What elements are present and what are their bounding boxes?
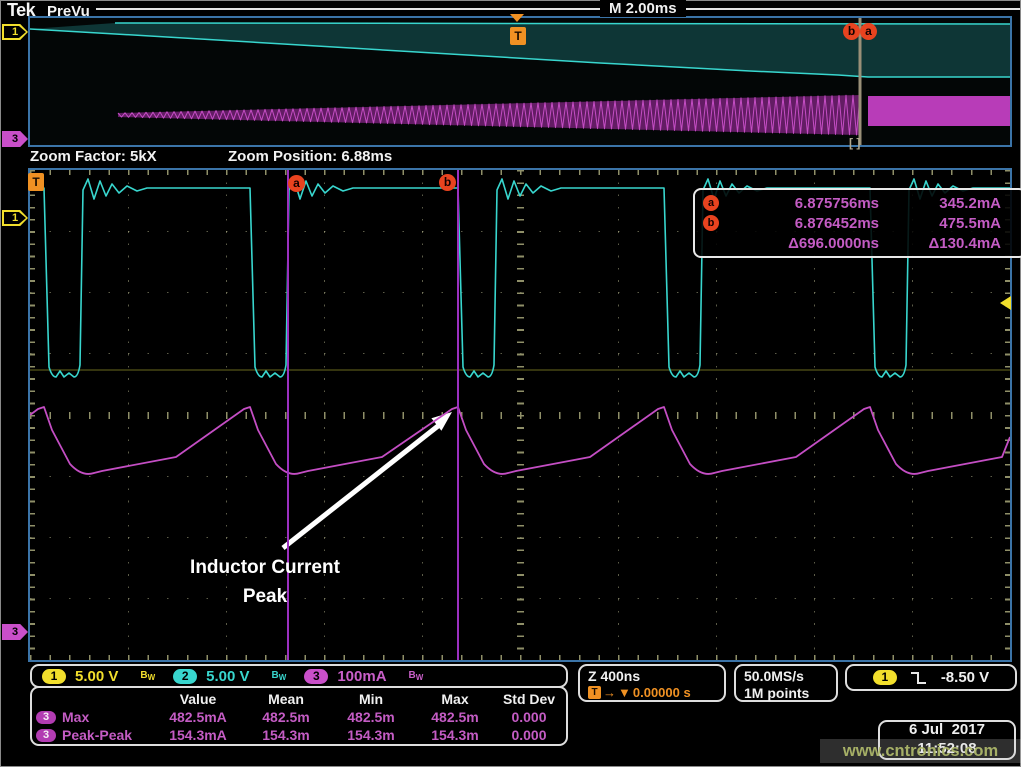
record-length: 1M points bbox=[744, 685, 836, 702]
overview-cursor-a-marker[interactable]: a bbox=[860, 23, 877, 40]
trigger-level-arrow-icon bbox=[1000, 296, 1011, 310]
trigger-position-readout: T → ▼ 0.00000 s bbox=[588, 685, 724, 700]
cursor-b-time: 6.876452ms bbox=[733, 215, 879, 232]
ch3-trace bbox=[30, 407, 1010, 474]
cursor-delta-readout-row: Δ696.0000ns Δ130.4mA bbox=[703, 233, 1017, 253]
horizontal-settings-box: Z 400ns T → ▼ 0.00000 s bbox=[578, 664, 726, 702]
zoom-timebase-label: Z 400ns bbox=[588, 668, 724, 684]
measurement-header-row: Value Mean Min Max Std Dev bbox=[36, 690, 562, 708]
ch1-scale: 5.00 V bbox=[75, 668, 118, 685]
header-divider bbox=[96, 8, 1020, 10]
ch3-badge[interactable]: 3 bbox=[304, 669, 328, 684]
main-ch1-position-marker: 1 bbox=[2, 210, 28, 226]
trigger-settings-box: 1 -8.50 V bbox=[845, 664, 1017, 691]
cursor-delta-time: Δ696.0000ns bbox=[733, 235, 879, 252]
overview-ch1-position-marker: 1 bbox=[2, 24, 28, 40]
oscilloscope-screen: Tek PreVu M 2.00ms 1 3 T b a [ ] Zoom Fa… bbox=[0, 0, 1021, 767]
ch1-bandwidth-icon: BW bbox=[140, 670, 155, 682]
date-label: 6 Jul 2017 bbox=[909, 721, 985, 740]
trigger-source-badge[interactable]: 1 bbox=[873, 670, 897, 685]
sample-rate: 50.0MS/s bbox=[744, 668, 836, 685]
watermark: www.cntronics.com bbox=[820, 739, 1021, 763]
overview-ch3-position-marker: 3 bbox=[2, 131, 28, 147]
cursor-b-readout-row: b 6.876452ms 475.5mA bbox=[703, 213, 1017, 233]
ch3-scale: 100mA bbox=[337, 668, 386, 685]
arrow-icon: → bbox=[603, 685, 616, 700]
meas-ch3-badge: 3 bbox=[36, 729, 56, 742]
acquisition-box: 50.0MS/s 1M points bbox=[734, 664, 838, 702]
main-trigger-flag: T bbox=[28, 173, 44, 191]
trigger-position-value: 0.00000 s bbox=[633, 685, 691, 700]
cursor-b-icon: b bbox=[703, 215, 719, 231]
trigger-level-value: -8.50 V bbox=[941, 669, 989, 686]
measurement-row-max: 3Max 482.5mA 482.5m 482.5m 482.5m 0.000 bbox=[36, 708, 562, 726]
cursor-a-icon: a bbox=[703, 195, 719, 211]
main-cursor-a-marker[interactable]: a bbox=[288, 175, 305, 192]
annotation-text: Inductor Current Peak bbox=[125, 553, 405, 612]
channel-scale-bar: 1 5.00 V BW 2 5.00 V BW 3 100mA BW bbox=[30, 664, 568, 688]
overview-trigger-flag: T bbox=[510, 27, 526, 45]
annotation-line1: Inductor Current bbox=[125, 553, 405, 582]
trigger-position-icon bbox=[510, 14, 524, 22]
measurement-row-peak-peak: 3Peak-Peak 154.3mA 154.3m 154.3m 154.3m … bbox=[36, 726, 562, 744]
main-waveform-window: a b a 6.875756ms 345.2mA b 6.876452ms 47… bbox=[28, 168, 1012, 662]
ch2-badge[interactable]: 2 bbox=[173, 669, 197, 684]
ch3-bandwidth-icon: BW bbox=[409, 670, 424, 682]
falling-edge-icon bbox=[910, 670, 928, 686]
ch1-badge[interactable]: 1 bbox=[42, 669, 66, 684]
ch2-bandwidth-icon: BW bbox=[272, 670, 287, 682]
zoom-window-bracket-icon: [ ] bbox=[849, 136, 860, 150]
main-cursor-b-marker[interactable]: b bbox=[439, 174, 456, 191]
cursor-delta-value: Δ130.4mA bbox=[879, 235, 1001, 252]
meas-ch3-badge: 3 bbox=[36, 711, 56, 724]
ch3-overview-solid-band bbox=[868, 96, 1010, 126]
cursor-a-time: 6.875756ms bbox=[733, 195, 879, 212]
overview-cursor-b-marker[interactable]: b bbox=[843, 23, 860, 40]
annotation-arrow-shaft bbox=[283, 426, 438, 548]
cursor-a-readout-row: a 6.875756ms 345.2mA bbox=[703, 193, 1017, 213]
zoom-position-label: Zoom Position: 6.88ms bbox=[228, 148, 392, 165]
ch2-overview-top bbox=[115, 23, 1010, 24]
annotation-line2: Peak bbox=[125, 582, 405, 611]
measurement-table: Value Mean Min Max Std Dev 3Max 482.5mA … bbox=[30, 686, 568, 746]
main-timebase-label: M 2.00ms bbox=[600, 0, 686, 17]
cursor-b-value: 475.5mA bbox=[879, 215, 1001, 232]
zoom-factor-label: Zoom Factor: 5kX bbox=[30, 148, 157, 165]
ch2-scale: 5.00 V bbox=[206, 668, 249, 685]
main-ch3-position-marker: 3 bbox=[2, 624, 28, 640]
marker-icon: ▼ bbox=[618, 685, 631, 700]
cursor-a-value: 345.2mA bbox=[879, 195, 1001, 212]
trigger-t-icon: T bbox=[588, 686, 601, 699]
cursor-readout-box: a 6.875756ms 345.2mA b 6.876452ms 475.5m… bbox=[693, 188, 1021, 258]
